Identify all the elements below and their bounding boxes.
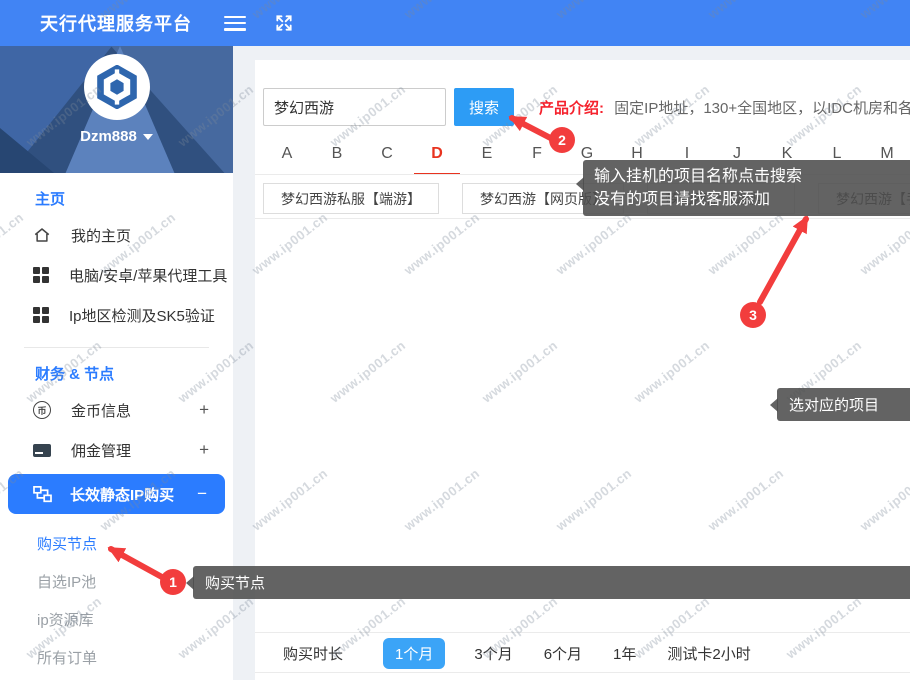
menu-toggle-icon[interactable] [224,16,246,31]
grid-icon [33,267,49,283]
submenu-item-ip-library[interactable]: ip资源库 [0,602,233,640]
tooltip-step1: 购买节点 [193,566,910,599]
top-bar: 天行代理服务平台 [0,0,910,46]
letter-tab[interactable]: D [412,140,462,168]
chevron-down-icon [143,134,153,140]
home-icon [33,226,51,244]
submenu-item-all-orders[interactable]: 所有订单 [0,640,233,678]
duration-options: 1个月 3个月 6个月 1年 测试卡2小时 [383,638,753,669]
sidebar-item-label: 金币信息 [71,400,131,421]
tooltip-step2-line1: 输入挂机的项目名称点击搜索 [594,165,910,188]
fullscreen-icon[interactable] [274,13,294,33]
letter-tab[interactable]: B [312,140,362,168]
divider [255,672,910,673]
expand-plus-icon[interactable]: + [199,440,209,460]
duration-label: 购买时长 [283,643,343,664]
username: Dzm888 [80,128,137,145]
coin-icon: 币 [33,401,51,419]
duration-option[interactable]: 6个月 [542,638,584,669]
section-finance: 财务 & 节点 [0,348,233,390]
sidebar-item-my-home[interactable]: 我的主页 [0,215,233,255]
sidebar-item-coin-info[interactable]: 币 金币信息 + [0,390,233,430]
duration-option[interactable]: 3个月 [472,638,514,669]
step-circle-3: 3 [740,302,766,328]
duration-option[interactable]: 测试卡2小时 [665,638,752,669]
app-title: 天行代理服务平台 [40,10,192,36]
sidebar-item-static-ip-buy[interactable]: 长效静态IP购买 − [8,474,225,514]
tooltip-step2: 输入挂机的项目名称点击搜索 没有的项目请找客服添加 [583,160,910,216]
sidebar-item-label: Ip地区检测及SK5验证 [69,305,215,326]
divider [255,632,910,633]
sidebar-item-label: 电脑/安卓/苹果代理工具 [69,265,227,286]
sidebar-header: Dzm888 [0,46,233,173]
hexagon-logo-icon [95,65,139,109]
card-icon [33,444,51,457]
section-home: 主页 [0,173,233,215]
step-circle-1: 1 [160,569,186,595]
expand-plus-icon[interactable]: + [199,400,209,420]
collapse-minus-icon[interactable]: − [197,484,207,504]
tooltip-step2-line2: 没有的项目请找客服添加 [594,188,910,211]
network-icon [33,486,52,503]
letter-tab[interactable]: C [362,140,412,168]
arrow-step3 [748,205,824,309]
sidebar-item-ip-check[interactable]: Ip地区检测及SK5验证 [0,295,233,335]
tooltip-step3: 选对应的项目 [777,388,910,421]
letter-tab[interactable]: A [262,140,312,168]
duration-option[interactable]: 1年 [611,638,638,669]
brand-logo [84,54,150,120]
sidebar-item-commission[interactable]: 佣金管理 + [0,430,233,470]
purchase-duration-row: 购买时长 1个月 3个月 6个月 1年 测试卡2小时 [283,638,753,669]
sidebar-item-proxy-tools[interactable]: 电脑/安卓/苹果代理工具 [0,255,233,295]
sidebar-item-label: 我的主页 [71,225,131,246]
product-intro-text: 固定IP地址，130+全国地区，以IDC机房和各大 [614,100,910,117]
step-circle-2: 2 [549,127,575,153]
user-menu[interactable]: Dzm888 [0,128,233,145]
product-intro: 产品介绍: 固定IP地址，130+全国地区，以IDC机房和各大 [539,97,910,119]
search-input[interactable] [263,88,446,126]
game-project-button[interactable]: 梦幻西游私服【端游】 [263,183,439,214]
grid-icon [33,307,49,323]
sidebar-item-label: 佣金管理 [71,440,131,461]
sidebar-item-label: 长效静态IP购买 [70,484,174,505]
duration-option[interactable]: 1个月 [383,638,445,669]
